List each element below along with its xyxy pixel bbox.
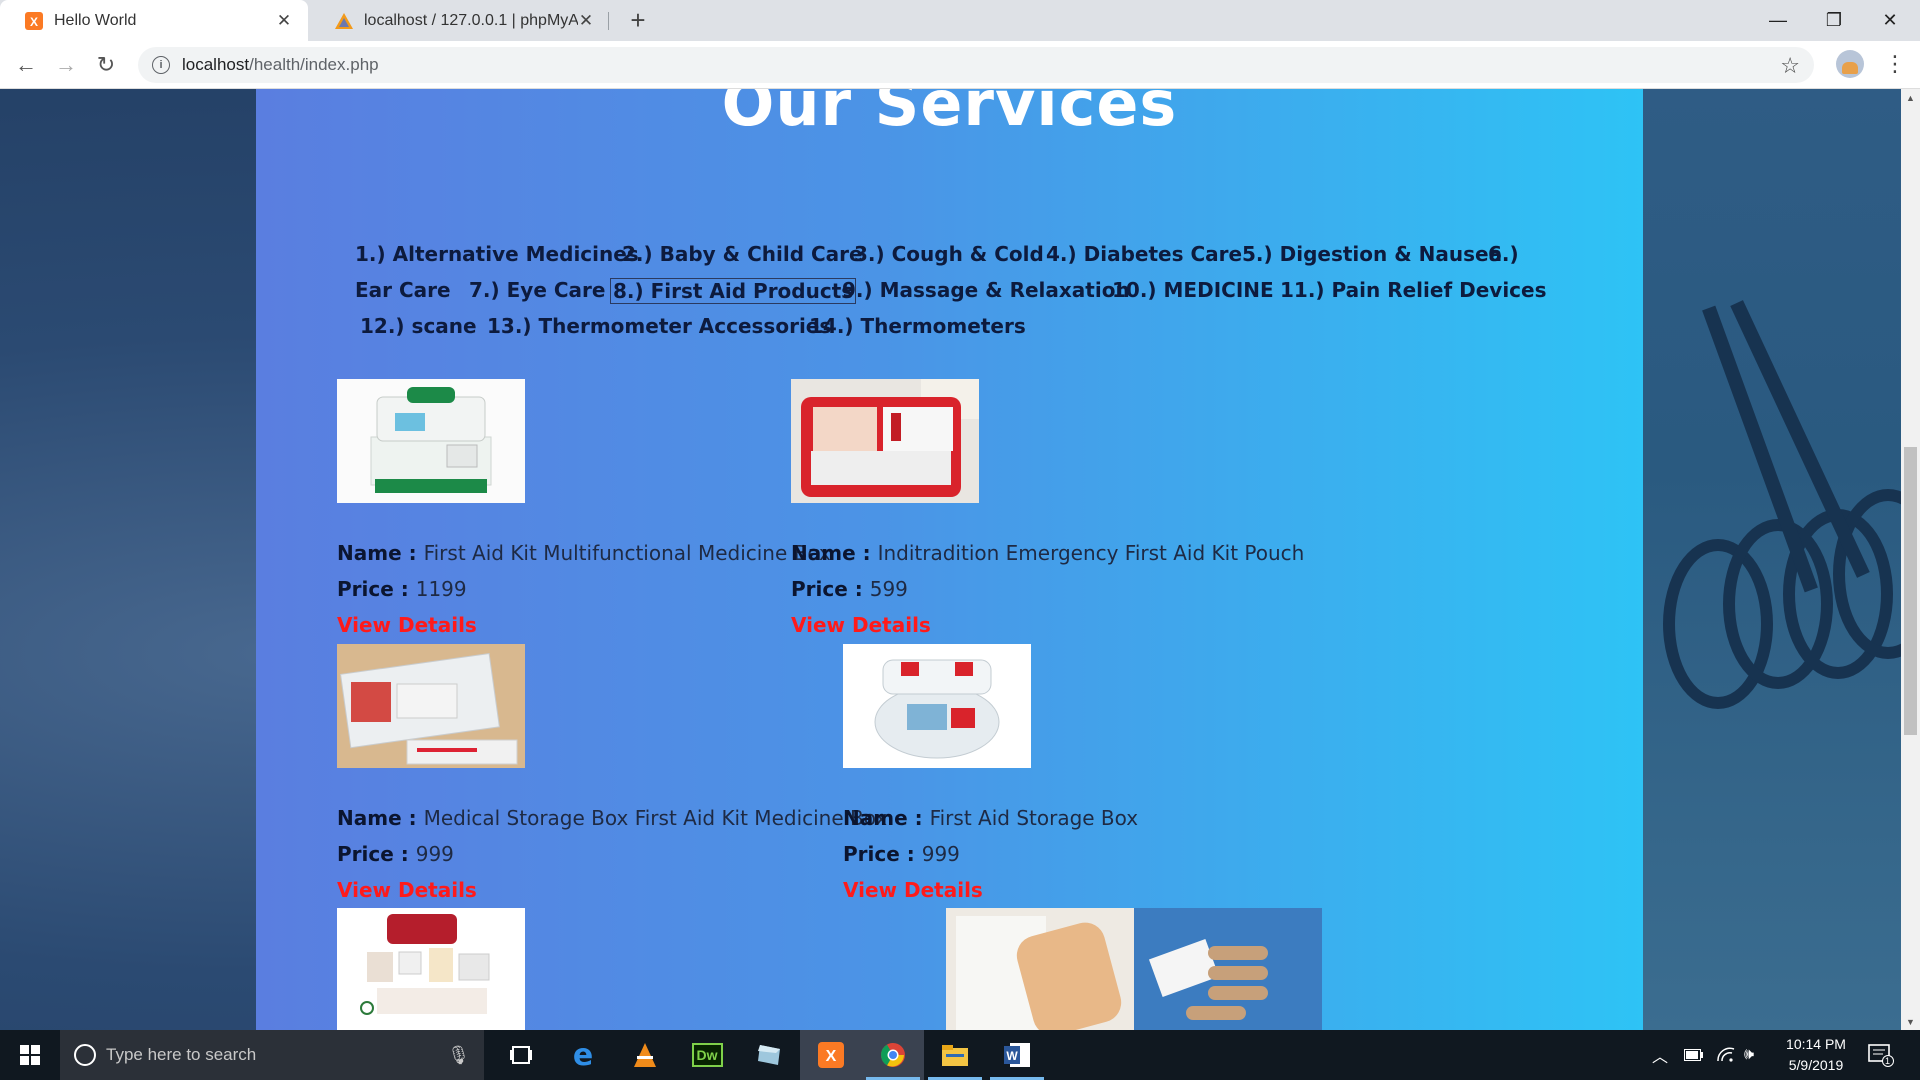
wifi-icon[interactable]	[1716, 1030, 1736, 1080]
tab-title: localhost / 127.0.0.1 | phpMyAdm	[364, 11, 578, 29]
xampp-icon[interactable]: X	[800, 1030, 862, 1080]
vlc-icon[interactable]	[614, 1030, 676, 1080]
svg-text:X: X	[30, 15, 38, 29]
category-link[interactable]: 1.) Alternative Medicines	[355, 242, 639, 266]
site-info-icon[interactable]: i	[152, 56, 170, 74]
category-link[interactable]: 7.) Eye Care	[469, 278, 605, 302]
product-name: Name : Medical Storage Box First Aid Kit…	[337, 806, 888, 830]
product-image[interactable]	[337, 908, 525, 1030]
taskbar-search-input[interactable]: Type here to search 🎙	[60, 1030, 484, 1080]
reload-icon[interactable]: ↻	[90, 49, 122, 81]
minimize-icon[interactable]: —	[1750, 0, 1806, 41]
scroll-up-arrow-icon[interactable]: ▲	[1901, 89, 1920, 106]
forward-arrow-icon[interactable]: →	[50, 49, 82, 81]
edge-icon[interactable]: e	[552, 1030, 614, 1080]
xampp-favicon-icon: X	[24, 11, 44, 31]
bookmark-star-icon[interactable]: ☆	[1780, 53, 1800, 79]
profile-avatar[interactable]	[1836, 50, 1864, 78]
clock-date: 5/9/2019	[1788, 1057, 1844, 1073]
taskbar-clock[interactable]: 10:14 PM 5/9/2019	[1770, 1034, 1862, 1076]
services-section: Our Services 1.) Alternative Medicines 2…	[256, 89, 1643, 1030]
dreamweaver-icon[interactable]: Dw	[676, 1030, 738, 1080]
product-image[interactable]	[791, 379, 979, 503]
restore-icon[interactable]: ❐	[1806, 0, 1862, 41]
search-placeholder: Type here to search	[106, 1045, 257, 1064]
windows-taskbar: Type here to search 🎙 e Dw X W ︿ 🕪 10:14…	[0, 1030, 1920, 1080]
cortana-icon	[74, 1044, 96, 1066]
product-price: Price : 999	[843, 842, 960, 866]
page-viewport: Our Services 1.) Alternative Medicines 2…	[0, 89, 1901, 1030]
tab-close-icon[interactable]: ✕	[578, 11, 594, 31]
category-link[interactable]: 4.) Diabetes Care	[1046, 242, 1242, 266]
category-link[interactable]: 3.) Cough & Cold	[854, 242, 1044, 266]
scroll-down-arrow-icon[interactable]: ▼	[1901, 1013, 1920, 1030]
scrollbar-thumb[interactable]	[1904, 447, 1917, 735]
product-name: Name : First Aid Kit Multifunctional Med…	[337, 541, 831, 565]
back-arrow-icon[interactable]: ←	[10, 49, 42, 81]
product-image[interactable]	[843, 644, 1031, 768]
category-link[interactable]: 14.) Thermometers	[809, 314, 1026, 338]
product-image[interactable]	[337, 379, 525, 503]
tab-close-icon[interactable]: ✕	[276, 11, 292, 31]
volume-icon[interactable]: 🕪	[1744, 1030, 1754, 1080]
battery-icon[interactable]	[1684, 1030, 1704, 1080]
word-icon[interactable]: W	[986, 1030, 1048, 1080]
close-window-icon[interactable]: ✕	[1862, 0, 1918, 41]
view-details-link[interactable]: View Details	[337, 613, 477, 637]
tab-separator	[608, 12, 609, 30]
category-link-selected[interactable]: 8.) First Aid Products	[610, 278, 857, 304]
clock-time: 10:14 PM	[1786, 1036, 1846, 1052]
phpmyadmin-favicon-icon	[334, 11, 354, 31]
category-link[interactable]: Ear Care	[355, 278, 451, 302]
chrome-icon[interactable]	[862, 1030, 924, 1080]
category-link[interactable]: 12.) scane	[360, 314, 477, 338]
category-link[interactable]: 10.) MEDICINE	[1112, 278, 1274, 302]
svg-text:W: W	[1006, 1049, 1018, 1063]
tab-strip: X Hello World ✕ localhost / 127.0.0.1 | …	[0, 0, 1920, 41]
page-scrollbar[interactable]: ▲ ▼	[1901, 89, 1920, 1030]
category-link[interactable]: 6.)	[1488, 242, 1519, 266]
show-hidden-icons[interactable]: ︿	[1652, 1030, 1668, 1080]
action-center-icon[interactable]: 1	[1868, 1030, 1894, 1080]
file-explorer-icon[interactable]	[924, 1030, 986, 1080]
page-title: Our Services	[721, 89, 1178, 140]
product-image[interactable]	[337, 644, 525, 768]
category-link[interactable]: 5.) Digestion & Nausea	[1242, 242, 1502, 266]
product-price: Price : 999	[337, 842, 454, 866]
view-details-link[interactable]: View Details	[337, 878, 477, 902]
task-view-icon[interactable]	[490, 1030, 552, 1080]
browser-menu-icon[interactable]: ⋮	[1880, 49, 1910, 79]
category-link[interactable]: 9.) Massage & Relaxation	[842, 278, 1130, 302]
tab-phpmyadmin[interactable]: localhost / 127.0.0.1 | phpMyAdm ✕	[310, 0, 610, 41]
view-details-link[interactable]: View Details	[843, 878, 983, 902]
product-price: Price : 1199	[337, 577, 467, 601]
svg-text:X: X	[826, 1048, 837, 1065]
tab-title: Hello World	[54, 11, 137, 29]
microphone-icon[interactable]: 🎙	[447, 1045, 470, 1066]
new-tab-plus-icon[interactable]: +	[622, 4, 654, 36]
url-text: localhost/health/index.php	[182, 55, 379, 74]
browser-toolbar: ← → ↻ i localhost/health/index.php ☆	[0, 41, 1920, 89]
address-bar[interactable]: i localhost/health/index.php ☆	[138, 47, 1814, 83]
notification-count: 1	[1885, 1056, 1891, 1066]
view-details-link[interactable]: View Details	[791, 613, 931, 637]
category-link[interactable]: 11.) Pain Relief Devices	[1280, 278, 1547, 302]
windows-start-icon[interactable]	[0, 1030, 60, 1080]
category-link[interactable]: 2.) Baby & Child Care	[622, 242, 863, 266]
category-link[interactable]: 13.) Thermometer Accessories	[487, 314, 831, 338]
app-icon[interactable]	[738, 1030, 800, 1080]
tab-hello-world[interactable]: X Hello World ✕	[0, 0, 308, 41]
product-name: Name : First Aid Storage Box	[843, 806, 1139, 830]
background-photo-right	[1643, 89, 1901, 1030]
product-name: Name : Inditradition Emergency First Aid…	[791, 541, 1305, 565]
product-image[interactable]	[946, 908, 1322, 1030]
product-price: Price : 599	[791, 577, 908, 601]
